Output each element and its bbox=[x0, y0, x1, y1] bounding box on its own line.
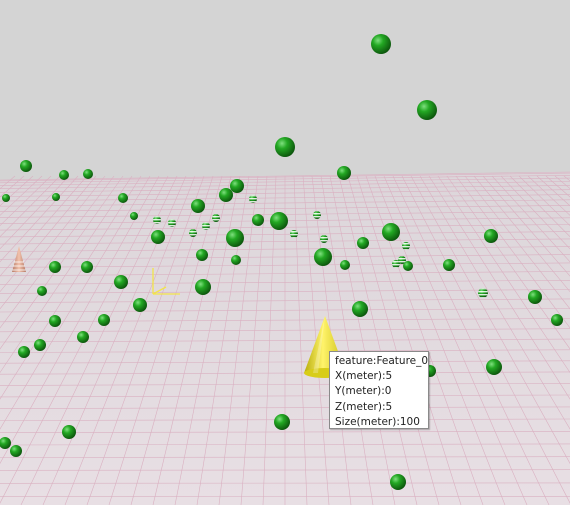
sphere-feature[interactable] bbox=[219, 188, 233, 202]
sphere-occlusion-stripes bbox=[153, 216, 161, 224]
sphere-feature[interactable] bbox=[551, 314, 563, 326]
sphere-feature[interactable] bbox=[2, 194, 10, 202]
sphere-feature[interactable] bbox=[49, 261, 61, 273]
sphere-feature[interactable] bbox=[151, 230, 165, 244]
sphere-feature[interactable] bbox=[371, 34, 391, 54]
sphere-feature[interactable] bbox=[133, 298, 147, 312]
sphere-feature[interactable] bbox=[340, 260, 350, 270]
sphere-feature[interactable] bbox=[62, 425, 76, 439]
sphere-feature[interactable] bbox=[130, 212, 138, 220]
sphere-occlusion-stripes bbox=[189, 229, 197, 237]
sphere-occlusion-stripes bbox=[212, 214, 220, 222]
sphere-occlusion-stripes bbox=[202, 222, 210, 230]
sphere-feature[interactable] bbox=[83, 169, 93, 179]
sphere-feature[interactable] bbox=[10, 445, 22, 457]
tooltip-size-value: Size(meter):100 bbox=[335, 415, 420, 428]
sphere-occlusion-stripes bbox=[478, 288, 488, 298]
sphere-occlusion-stripes bbox=[320, 235, 328, 243]
sphere-feature[interactable] bbox=[20, 160, 32, 172]
scene-canvas[interactable] bbox=[0, 0, 570, 505]
sphere-feature[interactable] bbox=[314, 248, 332, 266]
sphere-occlusion-stripes bbox=[249, 195, 257, 203]
sphere-feature[interactable] bbox=[252, 214, 264, 226]
sphere-feature[interactable] bbox=[528, 290, 542, 304]
sphere-feature[interactable] bbox=[77, 331, 89, 343]
sphere-feature[interactable] bbox=[191, 199, 205, 213]
sphere-feature[interactable] bbox=[196, 249, 208, 261]
feature-info-tooltip: feature:Feature_0 X(meter):5 Y(meter):0 … bbox=[329, 351, 429, 429]
sphere-feature[interactable] bbox=[195, 279, 211, 295]
sphere-feature[interactable] bbox=[37, 286, 47, 296]
sphere-feature[interactable] bbox=[49, 315, 61, 327]
sphere-feature[interactable] bbox=[34, 339, 46, 351]
tooltip-y-value: Y(meter):0 bbox=[335, 385, 392, 398]
sphere-feature[interactable] bbox=[52, 193, 60, 201]
sphere-feature[interactable] bbox=[486, 359, 502, 375]
sphere-feature[interactable] bbox=[275, 137, 295, 157]
sphere-feature[interactable] bbox=[357, 237, 369, 249]
sphere-feature[interactable] bbox=[231, 255, 241, 265]
sphere-feature[interactable] bbox=[270, 212, 288, 230]
sphere-feature[interactable] bbox=[81, 261, 93, 273]
sphere-feature[interactable] bbox=[59, 170, 69, 180]
sphere-feature[interactable] bbox=[484, 229, 498, 243]
sphere-feature[interactable] bbox=[114, 275, 128, 289]
sphere-occlusion-stripes bbox=[290, 230, 298, 238]
sphere-feature[interactable] bbox=[352, 301, 368, 317]
sphere-feature[interactable] bbox=[390, 474, 406, 490]
sphere-feature[interactable] bbox=[226, 229, 244, 247]
sphere-feature[interactable] bbox=[118, 193, 128, 203]
sphere-feature[interactable] bbox=[403, 261, 413, 271]
tooltip-feature-name: feature:Feature_0 bbox=[335, 355, 429, 367]
sphere-feature[interactable] bbox=[417, 100, 437, 120]
tooltip-x-value: X(meter):5 bbox=[335, 370, 393, 383]
3d-viewport[interactable]: feature:Feature_0 X(meter):5 Y(meter):0 … bbox=[0, 0, 570, 505]
sphere-occlusion-stripes bbox=[313, 211, 321, 219]
sphere-feature[interactable] bbox=[274, 414, 290, 430]
sphere-feature[interactable] bbox=[230, 179, 244, 193]
sphere-feature[interactable] bbox=[18, 346, 30, 358]
sphere-occlusion-stripes bbox=[402, 242, 410, 250]
sphere-occlusion-stripes bbox=[168, 219, 176, 227]
sphere-feature[interactable] bbox=[443, 259, 455, 271]
sphere-feature[interactable] bbox=[337, 166, 351, 180]
sphere-feature[interactable] bbox=[382, 223, 400, 241]
sphere-feature[interactable] bbox=[98, 314, 110, 326]
tooltip-z-value: Z(meter):5 bbox=[335, 400, 393, 413]
